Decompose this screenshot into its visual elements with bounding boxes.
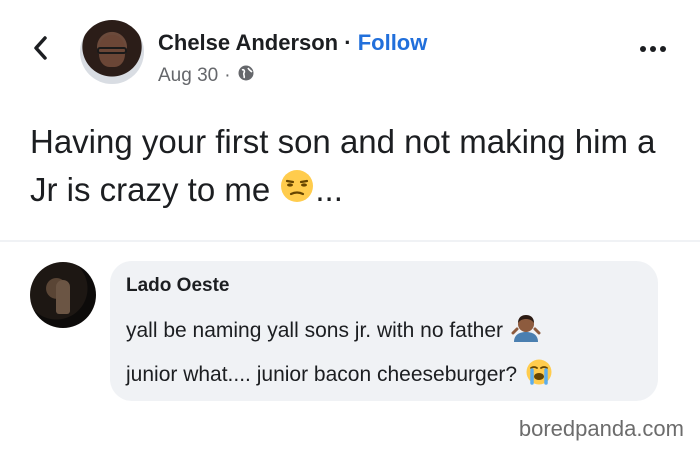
commenter-avatar[interactable]: [30, 262, 96, 328]
author-avatar[interactable]: [80, 20, 144, 84]
man-shrugging-emoji: [511, 313, 541, 349]
comment-line-2: junior what.... junior bacon cheeseburge…: [126, 358, 553, 392]
follow-button[interactable]: Follow: [358, 30, 428, 55]
post-text: Having your first son and not making him…: [30, 118, 680, 217]
post-meta: Aug 30 ·: [158, 64, 255, 88]
loudly-crying-face-emoji: [525, 358, 553, 392]
comment-line-1: yall be naming yall sons jr. with no fat…: [126, 313, 541, 349]
author-name[interactable]: Chelse Anderson: [158, 30, 338, 55]
section-divider: [0, 240, 700, 242]
watermark: boredpanda.com: [518, 416, 684, 441]
header-separator: ·: [344, 30, 352, 55]
post-header: Chelse Anderson · Follow: [158, 30, 427, 56]
meta-separator: ·: [224, 65, 231, 86]
comment-bubble: Lado Oeste yall be naming yall sons jr. …: [110, 261, 658, 401]
globe-icon: [237, 64, 255, 88]
post-date[interactable]: Aug 30: [158, 65, 218, 87]
chevron-left-icon[interactable]: [28, 34, 52, 62]
post-ellipsis: ...: [315, 171, 343, 208]
post: Chelse Anderson · Follow Aug 30 · Having…: [0, 0, 700, 240]
commenter-name[interactable]: Lado Oeste: [126, 275, 229, 297]
unamused-face-emoji: [279, 168, 315, 217]
comment-text-1: yall be naming yall sons jr. with no fat…: [126, 319, 504, 342]
more-options-icon[interactable]: [640, 46, 666, 52]
comment-text-2: junior what.... junior bacon cheeseburge…: [126, 363, 518, 386]
